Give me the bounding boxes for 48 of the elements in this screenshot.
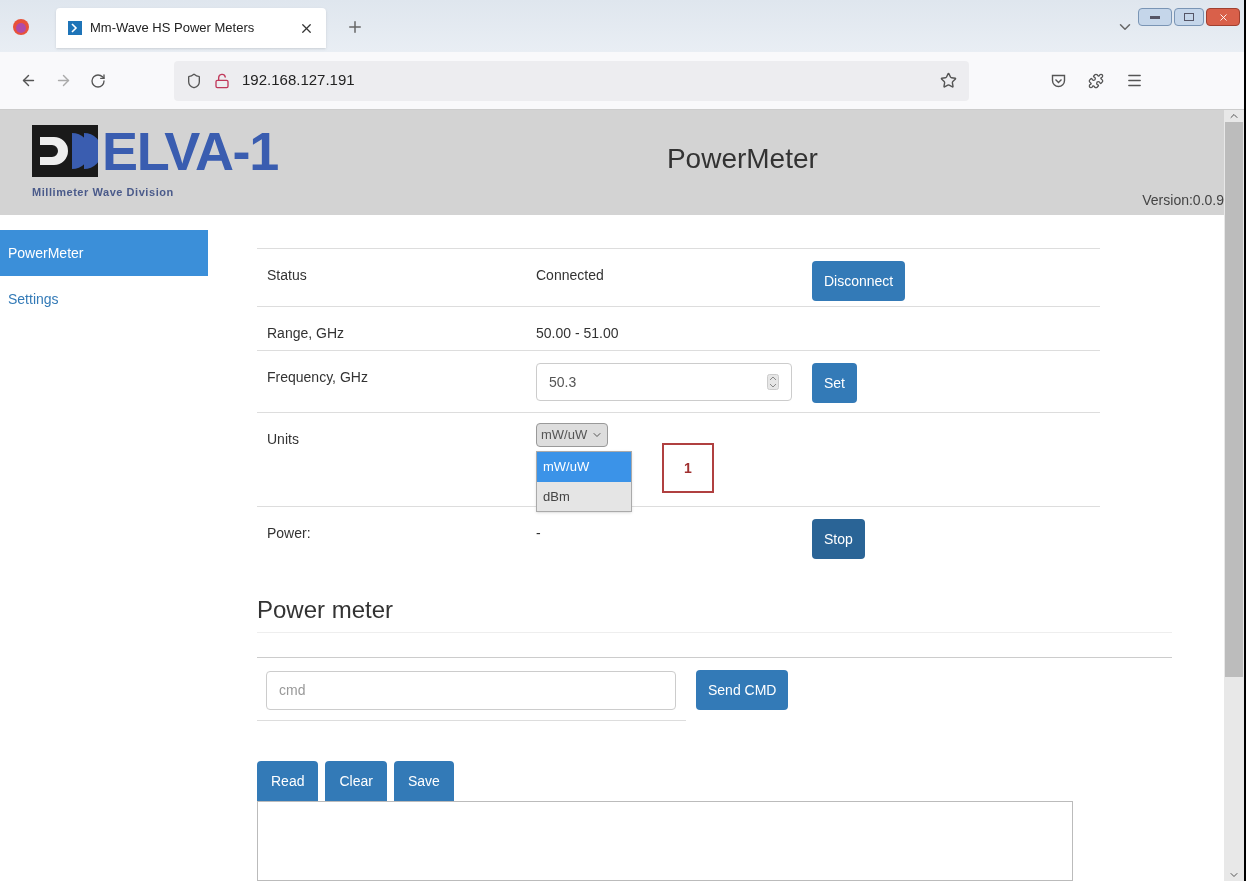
address-bar[interactable]: 192.168.127.191 [174, 60, 969, 101]
sidebar-item[interactable]: Settings [0, 276, 208, 322]
spinner-icon[interactable] [767, 374, 779, 390]
action-button[interactable]: Stop [812, 519, 865, 559]
version-label: Version:0.0.9 [1142, 191, 1224, 210]
log-action-button[interactable]: Save [393, 761, 454, 801]
lock-icon [214, 72, 230, 89]
callout-marker: 1 [662, 443, 714, 493]
field-label: Status [267, 267, 307, 283]
field-label: Frequency, GHz [267, 369, 368, 385]
logo-subtitle: Millimeter Wave Division [32, 185, 175, 200]
back-icon[interactable] [20, 72, 37, 89]
page-title: PowerMeter [666, 142, 818, 176]
dropdown-option[interactable]: mW/uW [537, 452, 631, 482]
browser-tab[interactable]: Mm-Wave HS Power Meters [56, 8, 326, 48]
field-label: Units [267, 431, 299, 447]
sidebar-item[interactable]: PowerMeter [0, 230, 208, 276]
site-icon [68, 21, 82, 35]
close-window-icon[interactable] [1206, 8, 1240, 26]
send-button[interactable]: Send CMD [696, 670, 789, 710]
new-tab-icon[interactable] [346, 18, 364, 36]
dropdown-option[interactable]: dBm [537, 481, 631, 511]
pocket-icon[interactable] [1051, 73, 1066, 88]
menu-icon[interactable] [1126, 72, 1143, 89]
url-text: 192.168.127.191 [242, 70, 355, 91]
extensions-icon[interactable] [1088, 72, 1104, 89]
field-value: - [536, 525, 541, 541]
field-value: 50.00 - 51.00 [536, 325, 619, 341]
frequency-input[interactable]: 50.3 [536, 363, 792, 401]
field-label: Power: [267, 525, 311, 541]
units-select[interactable]: mW/uW [536, 423, 609, 447]
browser-logo-icon[interactable] [12, 18, 30, 36]
action-button[interactable]: Set [812, 363, 857, 403]
shield-icon [186, 72, 202, 89]
restore-icon[interactable] [1174, 8, 1204, 26]
command-input[interactable]: cmd [266, 670, 676, 710]
field-value: Connected [536, 267, 604, 283]
logo-text: ELVA-1 [102, 124, 278, 178]
tab-title: Mm-Wave HS Power Meters [90, 19, 255, 38]
logo-mark-icon [32, 125, 98, 177]
log-action-button[interactable]: Clear [325, 761, 387, 801]
field-label: Range, GHz [267, 325, 345, 341]
log-action-button[interactable]: Read [257, 761, 319, 801]
action-button[interactable]: Disconnect [812, 261, 906, 301]
reload-icon[interactable] [90, 72, 106, 89]
bookmark-icon[interactable] [940, 72, 957, 89]
section-heading: Power meter [257, 596, 394, 623]
minimize-icon[interactable] [1138, 8, 1172, 26]
